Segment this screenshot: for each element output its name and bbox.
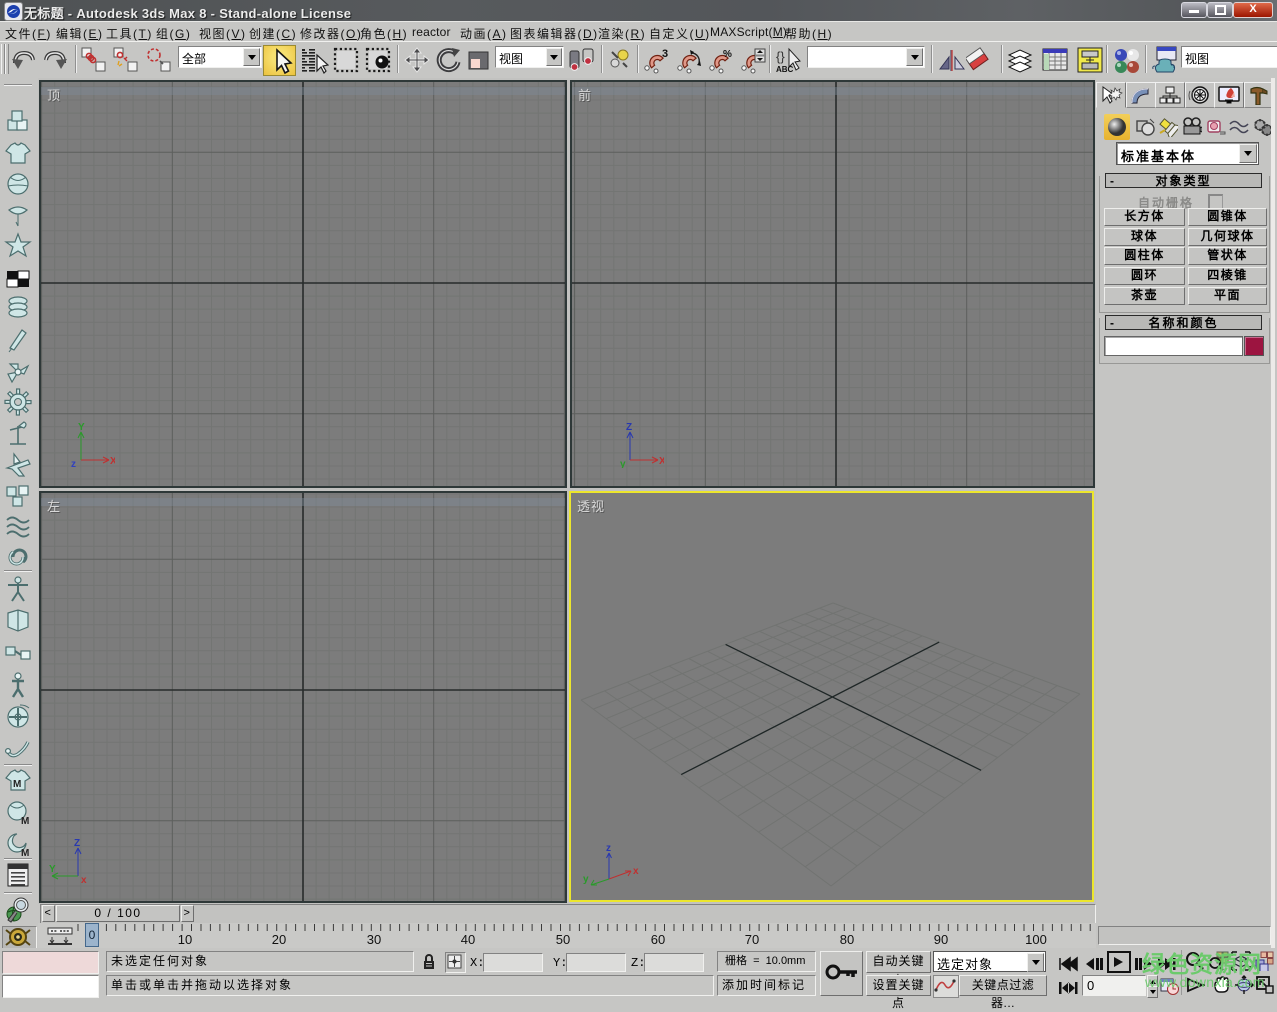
- svg-text:X: X: [659, 456, 664, 467]
- svg-text:{}: {}: [776, 49, 785, 64]
- svg-text:Y: Y: [78, 422, 85, 433]
- svg-text:z: z: [606, 843, 611, 854]
- svg-text:Y: Y: [49, 864, 56, 875]
- svg-text:y: y: [583, 874, 589, 885]
- svg-text:Z: Z: [74, 838, 80, 849]
- svg-text:x: x: [81, 875, 87, 884]
- svg-text:M: M: [21, 816, 29, 826]
- svg-text:y: y: [620, 459, 626, 468]
- svg-text:ABC: ABC: [776, 65, 794, 74]
- svg-text:3: 3: [662, 48, 668, 60]
- svg-text:%: %: [723, 49, 732, 60]
- svg-text:x: x: [633, 866, 639, 877]
- svg-text:z: z: [71, 459, 76, 468]
- svg-text:M: M: [21, 848, 29, 858]
- svg-text:X: X: [110, 456, 115, 467]
- svg-text:M: M: [13, 779, 21, 790]
- svg-text:Z: Z: [626, 422, 632, 433]
